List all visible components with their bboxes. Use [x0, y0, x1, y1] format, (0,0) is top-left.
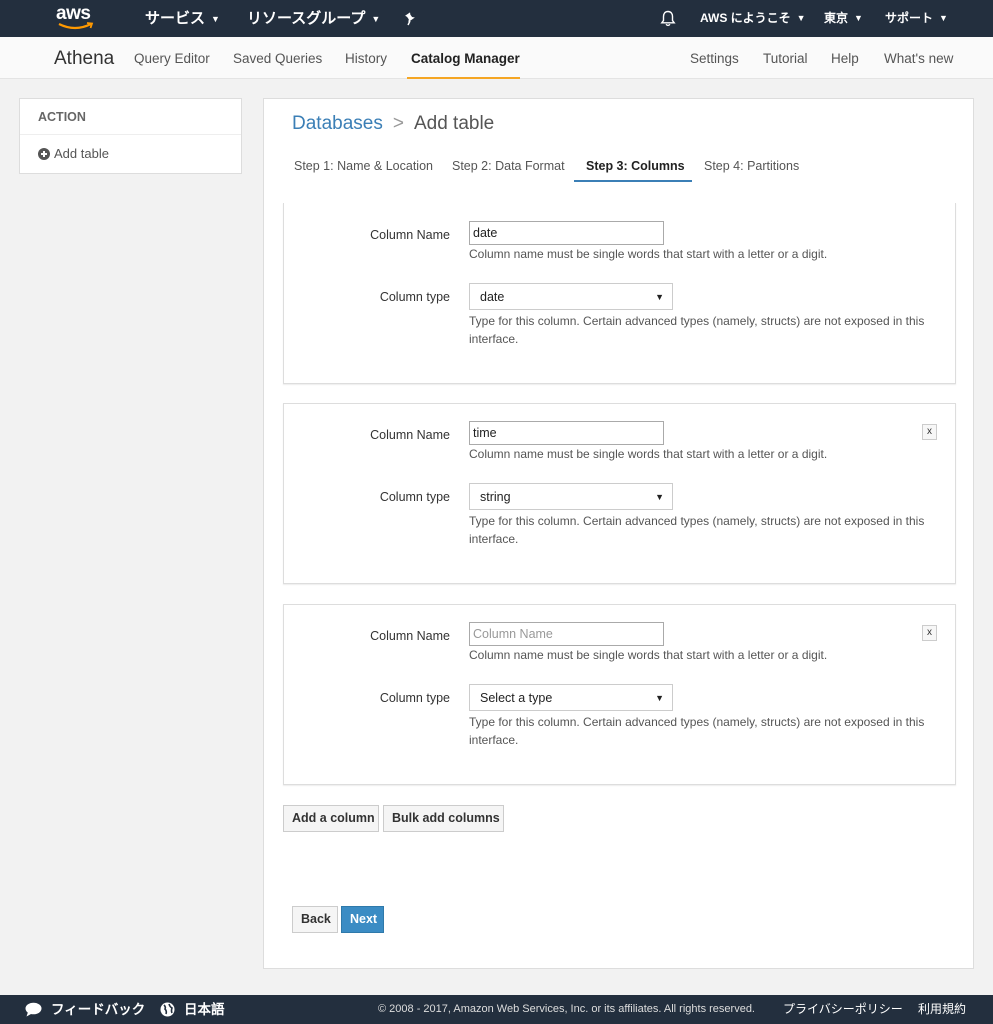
step-columns[interactable]: Step 3: Columns	[586, 149, 685, 183]
nav-settings[interactable]: Settings	[690, 37, 739, 79]
nav-history[interactable]: History	[345, 37, 387, 79]
back-button[interactable]: Back	[292, 906, 338, 933]
account-menu[interactable]: AWS にようこそ ▼	[700, 0, 806, 37]
nav-query-editor[interactable]: Query Editor	[134, 37, 210, 79]
column-name-help: Column name must be single words that st…	[469, 247, 828, 261]
pin-icon[interactable]	[404, 1, 418, 38]
column-type-help: Type for this column. Certain advanced t…	[469, 514, 925, 546]
active-nav-indicator	[407, 77, 520, 79]
column-card: Column Name Column name must be single w…	[283, 203, 956, 384]
aws-logo-text: aws	[56, 3, 91, 24]
chevron-down-icon: ▼	[371, 14, 381, 24]
language-selector[interactable]: 日本語	[160, 995, 225, 1024]
support-menu[interactable]: サポート ▼	[885, 0, 948, 37]
column-type-select[interactable]: Select a type ▼	[469, 684, 673, 711]
remove-column-button[interactable]: x	[922, 625, 937, 641]
chevron-down-icon: ▼	[939, 13, 948, 23]
breadcrumb-current: Add table	[413, 113, 495, 134]
column-type-select[interactable]: string ▼	[469, 483, 673, 510]
copyright-text: © 2008 - 2017, Amazon Web Services, Inc.…	[378, 1003, 755, 1015]
nav-saved-queries[interactable]: Saved Queries	[233, 37, 322, 79]
column-name-help: Column name must be single words that st…	[469, 447, 828, 461]
column-type-label: Column type	[379, 691, 450, 705]
column-name-input[interactable]	[469, 421, 664, 445]
breadcrumb: Databases > Add table	[292, 113, 494, 135]
column-type-label: Column type	[379, 290, 450, 304]
globe-icon	[160, 1002, 175, 1017]
aws-smile-icon	[58, 22, 94, 30]
column-name-label: Column Name	[370, 228, 450, 242]
active-step-indicator	[574, 180, 692, 182]
speech-bubble-icon	[25, 1002, 42, 1017]
bulk-add-columns-button[interactable]: Bulk add columns	[383, 805, 504, 832]
column-type-select[interactable]: date ▼	[469, 283, 673, 310]
column-name-input[interactable]	[469, 221, 664, 245]
resource-groups-menu[interactable]: リソースグループ ▼	[247, 0, 380, 37]
athena-navbar: Athena Query Editor Saved Queries Histor…	[0, 37, 993, 79]
bell-icon[interactable]	[660, 0, 676, 37]
dropdown-arrow-icon: ▼	[655, 492, 664, 502]
terms-link[interactable]: 利用規約	[918, 995, 966, 1024]
add-column-button[interactable]: Add a column	[283, 805, 379, 832]
column-type-label: Column type	[379, 490, 450, 504]
dropdown-arrow-icon: ▼	[655, 693, 664, 703]
column-name-help: Column name must be single words that st…	[469, 648, 828, 662]
column-name-label: Column Name	[370, 629, 450, 643]
plus-circle-icon	[38, 148, 50, 160]
sidebar-item-add-table[interactable]: Add table	[20, 135, 241, 173]
sidebar-heading: ACTION	[20, 99, 241, 135]
breadcrumb-separator: >	[392, 113, 404, 134]
nav-catalog-manager[interactable]: Catalog Manager	[411, 37, 520, 79]
nav-whats-new[interactable]: What's new	[884, 37, 953, 79]
column-type-help: Type for this column. Certain advanced t…	[469, 314, 925, 346]
athena-brand[interactable]: Athena	[54, 37, 114, 79]
chevron-down-icon: ▼	[796, 13, 806, 23]
step-name-location[interactable]: Step 1: Name & Location	[294, 149, 433, 183]
aws-logo[interactable]: aws	[56, 4, 96, 32]
column-card: Column Name Column name must be single w…	[283, 403, 956, 584]
remove-column-button[interactable]: x	[922, 424, 937, 440]
footer: フィードバック 日本語 © 2008 - 2017, Amazon Web Se…	[0, 995, 993, 1024]
step-partitions[interactable]: Step 4: Partitions	[704, 149, 799, 183]
chevron-down-icon: ▼	[211, 14, 220, 24]
next-button[interactable]: Next	[341, 906, 384, 933]
feedback-link[interactable]: フィードバック	[25, 995, 145, 1024]
aws-top-navbar: aws サービス ▼ リソースグループ ▼ AWS にようこそ ▼ 東京 ▼ サポート ▼	[0, 0, 993, 37]
action-sidebar: ACTION Add table	[19, 98, 242, 174]
column-name-input[interactable]	[469, 622, 664, 646]
nav-help[interactable]: Help	[831, 37, 859, 79]
breadcrumb-databases-link[interactable]: Databases	[292, 113, 383, 134]
nav-tutorial[interactable]: Tutorial	[763, 37, 808, 79]
column-name-label: Column Name	[370, 428, 450, 442]
column-type-help: Type for this column. Certain advanced t…	[469, 715, 925, 747]
region-menu[interactable]: 東京 ▼	[824, 0, 863, 37]
step-data-format[interactable]: Step 2: Data Format	[452, 149, 565, 183]
privacy-policy-link[interactable]: プライバシーポリシー	[783, 995, 903, 1024]
add-table-panel: Databases > Add table Step 1: Name & Locat…	[263, 98, 974, 969]
services-menu[interactable]: サービス ▼	[145, 0, 220, 37]
dropdown-arrow-icon: ▼	[655, 292, 664, 302]
column-card: Column Name Column name must be single w…	[283, 604, 956, 785]
chevron-down-icon: ▼	[854, 13, 863, 23]
